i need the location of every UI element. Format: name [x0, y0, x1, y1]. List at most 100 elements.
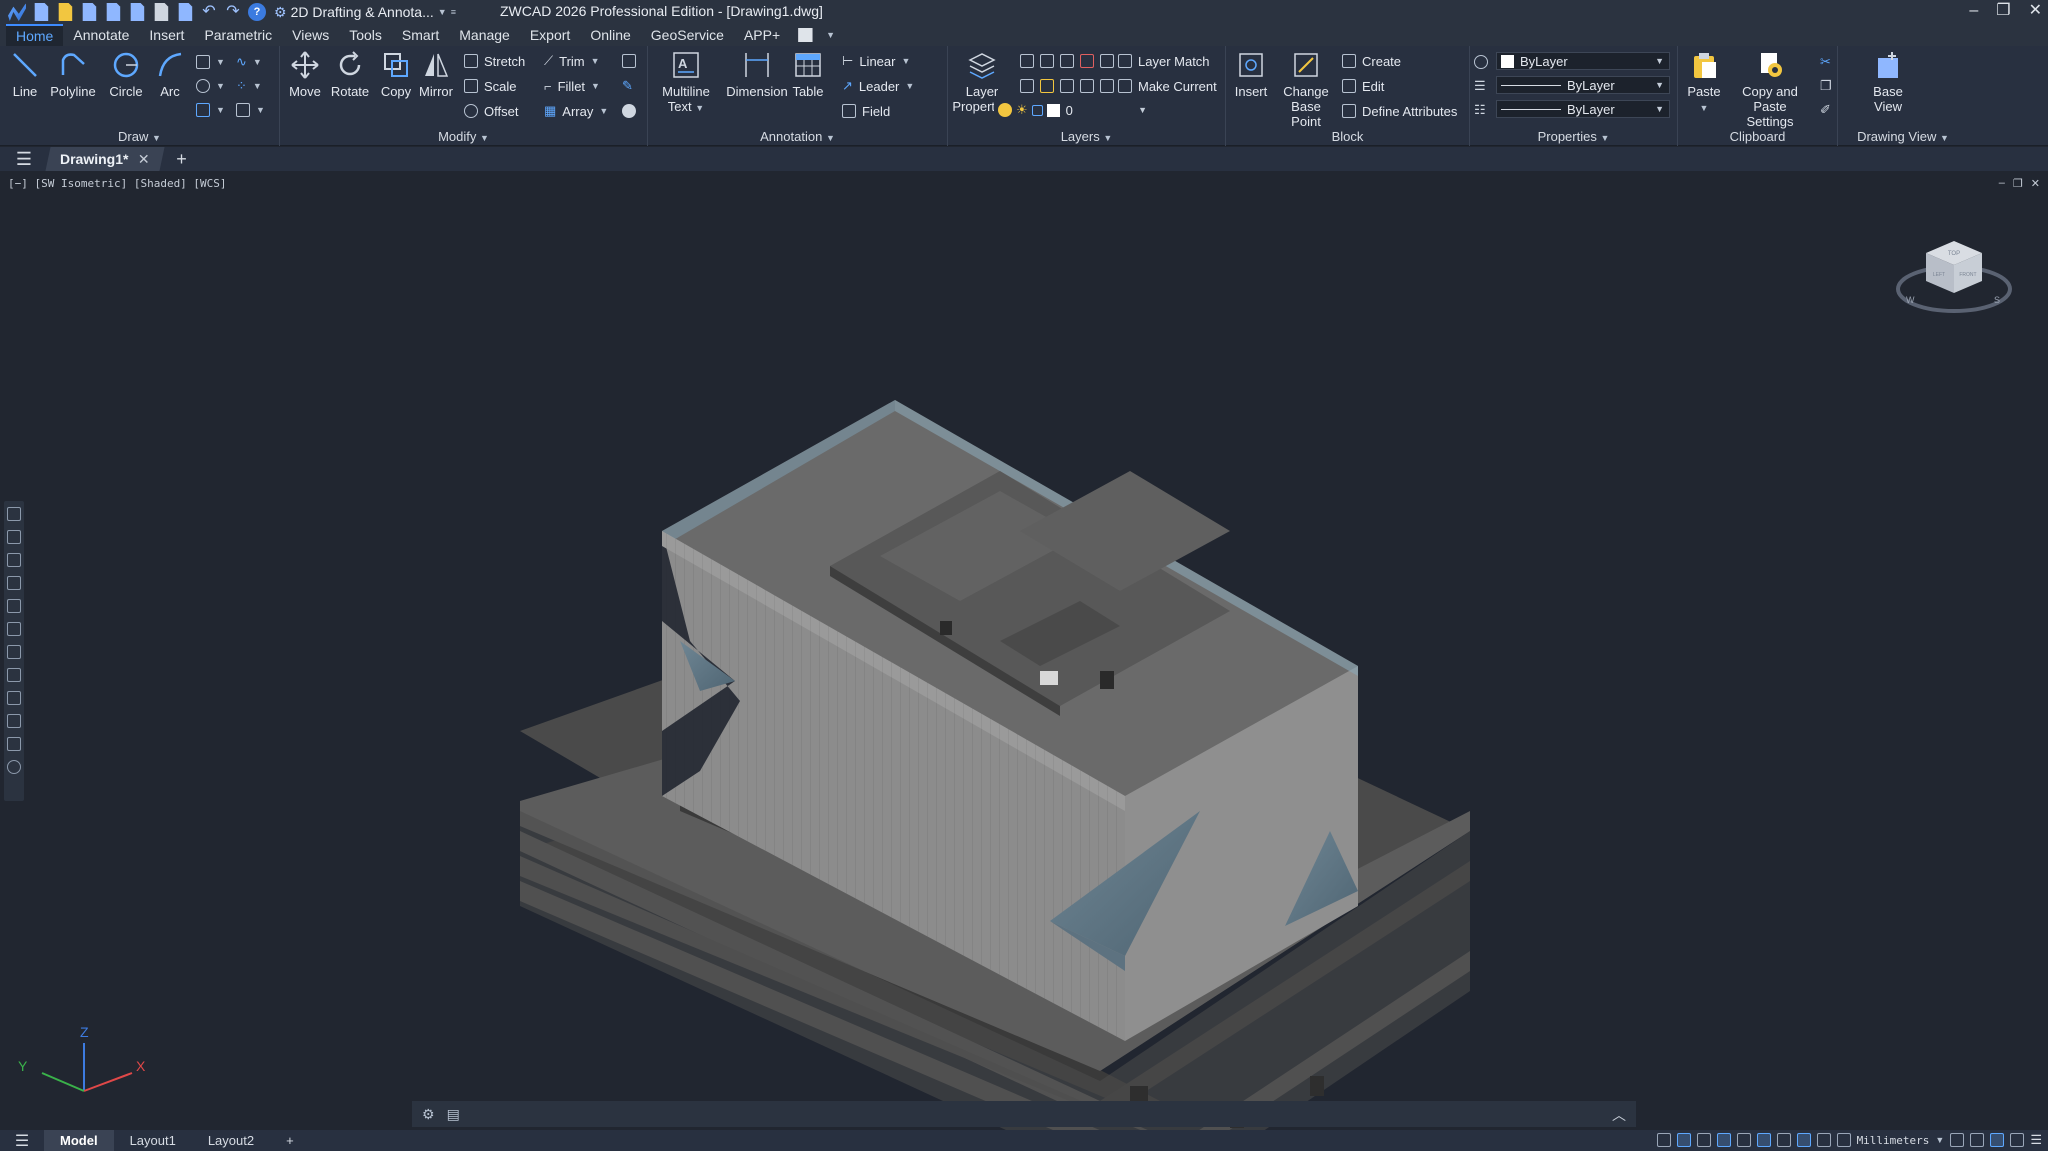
print-icon[interactable]: [154, 3, 169, 21]
tool-palette-icon[interactable]: [7, 622, 21, 636]
tab-smart[interactable]: Smart: [392, 24, 449, 46]
hatch-tool[interactable]: ▼: [196, 100, 225, 120]
explode-button[interactable]: ✎: [622, 76, 633, 96]
layer-match-button[interactable]: Layer Match: [1118, 51, 1210, 71]
point-tool[interactable]: ⁘ ▼: [236, 76, 262, 96]
settings-gear-icon[interactable]: [7, 760, 21, 774]
move-button[interactable]: Move: [280, 50, 330, 99]
tool-palette-icon[interactable]: [7, 530, 21, 544]
help-icon[interactable]: ?: [248, 3, 266, 21]
join-button[interactable]: [622, 101, 636, 121]
ortho-icon[interactable]: [1656, 1133, 1671, 1147]
field-button[interactable]: Field: [842, 101, 890, 121]
rotate-button[interactable]: Rotate: [325, 50, 375, 99]
model-viewport[interactable]: [−] [SW Isometric] [Shaded] [WCS] – ❐ ✕ …: [0, 171, 2048, 1130]
undo-icon[interactable]: ↶: [200, 3, 218, 21]
cut-button[interactable]: ✂: [1820, 52, 1831, 72]
panel-title-properties[interactable]: Properties ▼: [1470, 129, 1677, 144]
tab-app-plus[interactable]: APP+: [734, 24, 790, 46]
layer-tool-icon[interactable]: [1060, 79, 1074, 93]
tab-annotate[interactable]: Annotate: [63, 24, 139, 46]
new-file-icon[interactable]: [34, 3, 49, 21]
workspace-selector[interactable]: ⚙ 2D Drafting & Annota... ▼ ≡: [274, 4, 456, 21]
selection-cycling-icon[interactable]: [1816, 1133, 1831, 1147]
layer-tool-icon[interactable]: [1100, 54, 1114, 68]
layer-tool-icon[interactable]: [1080, 79, 1094, 93]
app-logo-icon[interactable]: [8, 3, 26, 21]
tool-palette-icon[interactable]: [7, 645, 21, 659]
layout-tab-layout2[interactable]: Layout2: [192, 1130, 270, 1151]
table-button[interactable]: Table: [788, 50, 828, 99]
customize-icon[interactable]: ☰: [2030, 1132, 2042, 1148]
linear-dim-button[interactable]: ⊢ Linear ▼: [842, 51, 910, 71]
workspace-switch-icon[interactable]: [1970, 1133, 1985, 1147]
layer-tool-icon[interactable]: [1040, 79, 1054, 93]
tab-tools[interactable]: Tools: [339, 24, 392, 46]
open-file-icon[interactable]: [58, 3, 73, 21]
offset-button[interactable]: Offset: [464, 101, 518, 121]
tab-geoservice[interactable]: GeoService: [641, 24, 734, 46]
otrack-icon[interactable]: [1716, 1133, 1731, 1147]
tool-palette-icon[interactable]: [7, 507, 21, 521]
tab-views[interactable]: Views: [282, 24, 339, 46]
add-layout-plus-icon[interactable]: +: [270, 1130, 310, 1151]
tab-home[interactable]: Home: [6, 24, 64, 46]
mirror-button[interactable]: Mirror: [411, 50, 461, 99]
leader-button[interactable]: ↗ Leader ▼: [842, 76, 914, 96]
make-current-button[interactable]: Make Current: [1118, 76, 1217, 96]
new-tab-plus-icon[interactable]: +: [176, 149, 187, 170]
copy-paste-settings-button[interactable]: Copy and Paste Settings: [1724, 50, 1816, 129]
save-as-icon[interactable]: [106, 3, 121, 21]
chevron-down-icon[interactable]: ▼: [1935, 1135, 1944, 1145]
close-tab-icon[interactable]: ✕: [138, 151, 150, 168]
osnap-icon[interactable]: [1696, 1133, 1711, 1147]
plot-preview-icon[interactable]: [178, 3, 193, 21]
chevron-down-icon[interactable]: ▼: [826, 30, 835, 40]
ribbon-display-icon[interactable]: [798, 28, 813, 42]
arc-button[interactable]: Arc: [145, 50, 195, 99]
panel-title-annotation[interactable]: Annotation ▼: [648, 129, 947, 144]
tab-export[interactable]: Export: [520, 24, 580, 46]
layer-tool-icon[interactable]: [1060, 54, 1074, 68]
spline-tool[interactable]: ∿ ▼: [236, 52, 262, 72]
command-history-icon[interactable]: ▤: [447, 1106, 460, 1123]
define-attributes-button[interactable]: Define Attributes: [1342, 101, 1457, 121]
scale-button[interactable]: Scale: [464, 76, 517, 96]
base-view-button[interactable]: Base View: [1858, 50, 1918, 114]
lineweight-icon-btn[interactable]: ☷: [1474, 100, 1486, 120]
line-button[interactable]: Line: [0, 50, 50, 99]
units-selector[interactable]: Millimeters: [1857, 1134, 1930, 1147]
stretch-button[interactable]: Stretch: [464, 51, 525, 71]
hamburger-menu-icon[interactable]: ☰: [0, 149, 48, 170]
panel-title-draw[interactable]: Draw ▼: [0, 129, 279, 144]
restore-icon[interactable]: ❐: [2013, 177, 2023, 190]
lineweight-dropdown[interactable]: ByLayer ▼: [1496, 100, 1670, 118]
tab-manage[interactable]: Manage: [449, 24, 520, 46]
tool-palette-icon[interactable]: [7, 714, 21, 728]
layout-tab-layout1[interactable]: Layout1: [114, 1130, 192, 1151]
hamburger-menu-icon[interactable]: ☰: [0, 1131, 44, 1151]
change-base-point-button[interactable]: Change Base Point: [1276, 50, 1336, 129]
lineweight-toggle-icon[interactable]: [1776, 1133, 1791, 1147]
annotation-visibility-icon[interactable]: [1950, 1133, 1965, 1147]
layer-tool-icon[interactable]: [1080, 54, 1094, 68]
layout-tab-model[interactable]: Model: [44, 1130, 114, 1151]
redo-icon[interactable]: ↷: [224, 3, 242, 21]
viewport-controls-label[interactable]: [−] [SW Isometric] [Shaded] [WCS]: [8, 177, 227, 190]
edit-block-button[interactable]: Edit: [1342, 76, 1384, 96]
layer-tool-icon[interactable]: [1020, 54, 1034, 68]
match-clip-button[interactable]: ✐: [1820, 100, 1831, 120]
panel-title-modify[interactable]: Modify ▼: [280, 129, 647, 144]
circle-button[interactable]: Circle: [101, 50, 151, 99]
match-properties-button[interactable]: [1474, 52, 1488, 72]
maximize-icon[interactable]: ❐: [1996, 0, 2010, 22]
fillet-button[interactable]: ⌐ Fillet ▼: [544, 76, 600, 96]
region-tool[interactable]: ▼: [236, 100, 265, 120]
ucs-dynamic-icon[interactable]: [1736, 1133, 1751, 1147]
settings-gear-icon[interactable]: [1990, 1133, 2005, 1147]
tab-parametric[interactable]: Parametric: [194, 24, 282, 46]
rectangle-tool[interactable]: ▼: [196, 52, 225, 72]
tab-insert[interactable]: Insert: [139, 24, 194, 46]
create-block-button[interactable]: Create: [1342, 51, 1401, 71]
tool-palette-icon[interactable]: [7, 737, 21, 751]
